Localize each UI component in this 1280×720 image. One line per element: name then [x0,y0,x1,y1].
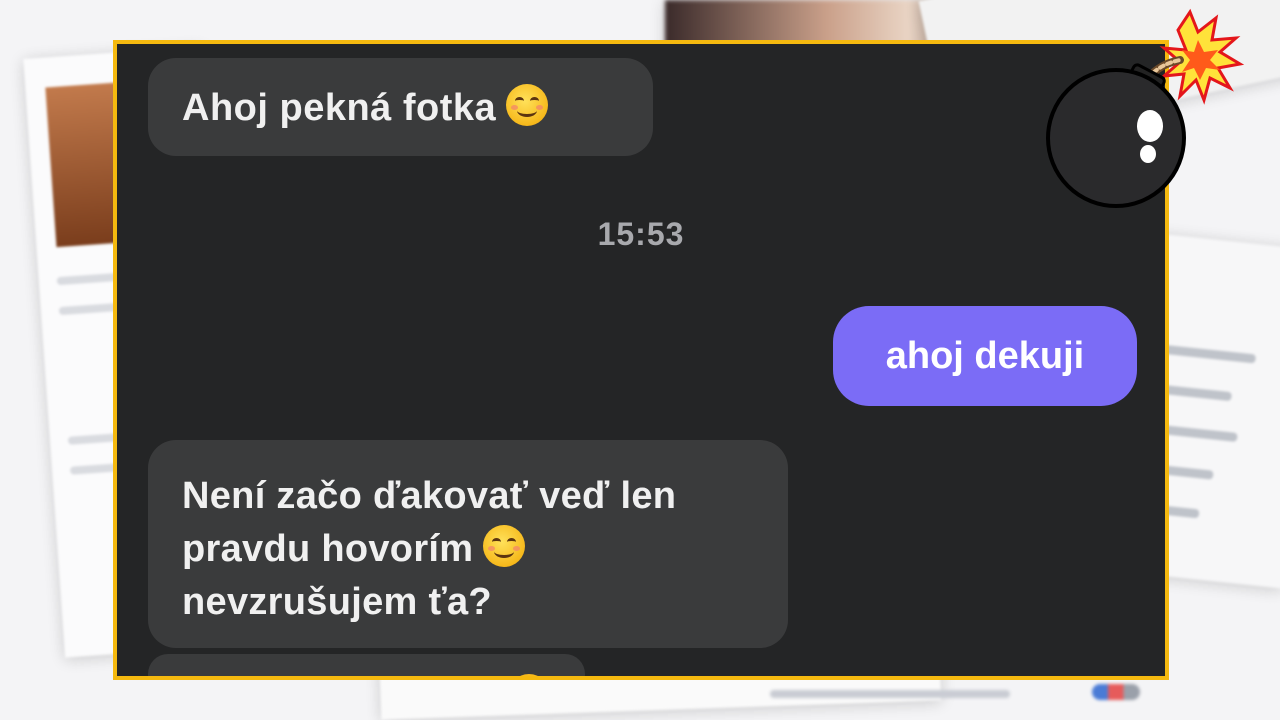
background-reactions [1092,684,1140,700]
smiling-face-icon [483,525,526,567]
background-text [770,690,1010,698]
message-timestamp: 15:53 [597,216,685,252]
message-line: Není začo ďakovať veď len [182,475,677,517]
message-bubble-incoming-partial [148,654,585,676]
message-text: ahoj dekuji [885,335,1085,377]
smiling-face-icon [508,674,550,676]
bomb-icon [1046,8,1245,208]
smiling-face-icon [506,84,549,126]
chat-window: Ahoj pekná fotka 15:53 ahoj dekuji Není … [113,40,1169,680]
message-text: Ahoj pekná fotka [182,87,497,129]
message-line: nevzrušujem ťa? [182,581,492,623]
message-bubble-incoming: Není začo ďakovať veď len pravdu hovorím… [148,440,788,648]
message-line: pravdu hovorím [182,528,474,570]
message-bubble-outgoing: ahoj dekuji [833,306,1137,406]
message-bubble-incoming: Ahoj pekná fotka [148,58,653,156]
